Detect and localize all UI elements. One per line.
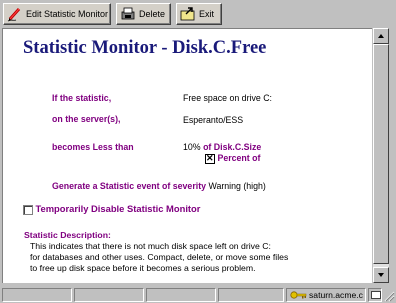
vertical-scrollbar[interactable] xyxy=(372,28,389,283)
edit-button-label: Edit Statistic Monitor xyxy=(26,9,109,19)
status-bar: saturn.acme.com xyxy=(0,287,396,303)
exit-icon xyxy=(180,7,195,21)
statistic-description: Statistic Description: This indicates th… xyxy=(24,230,369,274)
scroll-down-button[interactable] xyxy=(373,267,389,283)
description-line: to free up disk space before it becomes … xyxy=(30,263,256,273)
percent-of-row: Percent of xyxy=(205,153,260,164)
description-line: for databases and other uses. Compact, d… xyxy=(30,252,289,262)
scroll-up-button[interactable] xyxy=(373,28,389,44)
event-label: Generate a Statistic event of severity xyxy=(52,181,207,191)
pencil-icon xyxy=(7,7,21,22)
percent-of-checkbox[interactable] xyxy=(205,153,215,164)
disable-checkbox[interactable] xyxy=(23,204,33,215)
status-panel xyxy=(74,288,144,302)
status-panel xyxy=(146,288,216,302)
status-indicator xyxy=(368,288,382,302)
severity-value: Warning (high) xyxy=(208,181,266,191)
condition-label: becomes Less than xyxy=(52,142,134,152)
server-value: Esperanto/ESS xyxy=(183,115,244,125)
status-panel xyxy=(2,288,72,302)
exit-button[interactable]: Exit xyxy=(176,3,222,25)
disable-label: Temporarily Disable Statistic Monitor xyxy=(35,203,201,214)
threshold-row: 10% of Disk.C.Size xyxy=(183,142,261,152)
page-title: Statistic Monitor - Disk.C.Free xyxy=(23,38,267,58)
percent-of-label: Percent of xyxy=(217,153,261,163)
disable-row: Temporarily Disable Statistic Monitor xyxy=(23,203,200,215)
server-label: on the server(s), xyxy=(52,114,121,124)
event-row: Generate a Statistic event of severity W… xyxy=(52,181,266,191)
toolbar: Edit Statistic Monitor Delete Exit xyxy=(0,0,396,28)
host-name: saturn.acme.com xyxy=(309,290,363,300)
statistic-label: If the statistic, xyxy=(52,93,112,103)
delete-button-label: Delete xyxy=(139,9,166,19)
description-line: This indicates that there is not much di… xyxy=(30,241,271,251)
delete-icon xyxy=(121,7,135,20)
key-icon xyxy=(290,291,307,299)
status-panel xyxy=(218,288,284,302)
resize-grip-icon[interactable] xyxy=(383,290,395,302)
threshold-of-label: of Disk.C.Size xyxy=(203,142,262,152)
edit-statistic-monitor-button[interactable]: Edit Statistic Monitor xyxy=(3,3,111,25)
exit-button-label: Exit xyxy=(199,9,215,19)
arrow-down-icon xyxy=(378,273,384,277)
statistic-value: Free space on drive C: xyxy=(183,93,272,103)
scroll-thumb[interactable] xyxy=(373,44,389,264)
threshold-value: 10% xyxy=(183,142,201,152)
arrow-up-icon xyxy=(378,34,384,38)
delete-button[interactable]: Delete xyxy=(116,3,171,25)
description-heading: Statistic Description: xyxy=(24,230,111,240)
document-pane: Statistic Monitor - Disk.C.Free If the s… xyxy=(2,28,373,283)
